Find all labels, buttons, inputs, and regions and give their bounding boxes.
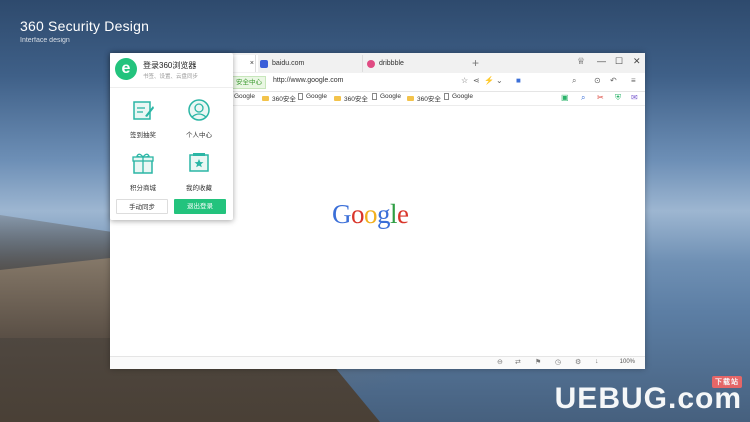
bookmark-item[interactable]: Google bbox=[298, 93, 327, 100]
close-window-icon[interactable]: ✕ bbox=[633, 56, 641, 67]
undo-icon[interactable]: ↶ bbox=[610, 76, 617, 85]
tab-dribbble[interactable]: dribbble bbox=[362, 55, 475, 72]
popup-subtitle: 书签、设置、云盘同步 bbox=[143, 74, 199, 80]
popup-item-checkin[interactable]: 签到抽奖 bbox=[118, 98, 168, 139]
close-icon[interactable]: × bbox=[250, 60, 254, 67]
swap-icon[interactable]: ⇄ bbox=[515, 358, 521, 366]
tools-icon[interactable]: ⚙ bbox=[575, 358, 581, 366]
search-icon[interactable]: ⌕ bbox=[572, 76, 576, 86]
popup-item-favorites[interactable]: 我的收藏 bbox=[174, 151, 224, 192]
tab-active-close[interactable]: × bbox=[230, 55, 258, 72]
minimize-icon[interactable]: — bbox=[597, 56, 606, 66]
driftwood bbox=[0, 258, 110, 338]
popup-item-label: 签到抽奖 bbox=[130, 132, 156, 139]
baidu-favicon-icon bbox=[260, 59, 268, 68]
page-icon bbox=[444, 93, 449, 100]
menu-icon[interactable]: ≡ bbox=[631, 76, 636, 85]
tab-label: dribbble bbox=[379, 60, 404, 67]
watermark: UEBUG.com 下载站 bbox=[555, 376, 742, 416]
share-icon[interactable]: ⋖ bbox=[473, 76, 480, 85]
flag-icon[interactable]: ⚑ bbox=[535, 358, 541, 366]
divider bbox=[110, 87, 233, 88]
maximize-icon[interactable]: ☐ bbox=[615, 56, 623, 67]
favorites-icon bbox=[189, 153, 209, 172]
popup-item-profile[interactable]: 个人中心 bbox=[174, 98, 224, 139]
google-letter: o bbox=[364, 199, 378, 229]
login-popup: e 登录360浏览器 书签、设置、云盘同步 签到抽奖 个人中心 积分商城 我的收… bbox=[110, 53, 233, 220]
page-icon bbox=[298, 93, 303, 100]
logout-button[interactable]: 退出登录 bbox=[174, 199, 226, 214]
shield-icon[interactable]: ⛨ bbox=[615, 93, 621, 103]
folder-icon bbox=[407, 95, 414, 101]
google-letter: e bbox=[397, 199, 409, 229]
zoom-level[interactable]: 100% bbox=[620, 359, 635, 365]
google-letter: G bbox=[332, 199, 352, 229]
brand-subtitle: Interface design bbox=[20, 37, 70, 44]
minus-icon[interactable]: ⊖ bbox=[497, 358, 503, 366]
translate-icon[interactable]: ▣ bbox=[561, 93, 569, 102]
brand-header: 360 Security Design Interface design bbox=[20, 18, 149, 44]
download-icon[interactable]: ↓ bbox=[595, 358, 599, 365]
sync-button[interactable]: 手动同步 bbox=[116, 199, 168, 214]
skin-icon[interactable]: ♕ bbox=[577, 56, 585, 67]
bookmark-item[interactable]: 360安全 bbox=[262, 93, 296, 103]
google-letter: l bbox=[390, 199, 398, 229]
speed-icon[interactable]: ⚡ bbox=[484, 76, 494, 85]
google-logo: Google bbox=[332, 199, 409, 230]
status-bar: ⊖ ⇄ ⚑ ◷ ⚙ ↓ 100% bbox=[110, 356, 645, 369]
chevron-down-icon[interactable]: ⌄ bbox=[496, 76, 503, 85]
folder-icon bbox=[334, 95, 341, 101]
security-badge[interactable]: 安全中心 bbox=[232, 76, 266, 89]
popup-item-label: 个人中心 bbox=[186, 132, 212, 139]
tab-baidu[interactable]: baidu.com bbox=[255, 55, 365, 72]
more-icon[interactable]: ⊙ bbox=[594, 76, 601, 85]
page-icon bbox=[372, 93, 377, 100]
bookmark-item[interactable]: Google bbox=[372, 93, 401, 100]
popup-item-mall[interactable]: 积分商城 bbox=[118, 151, 168, 192]
notepad-icon bbox=[133, 101, 154, 120]
browser-logo-icon: e bbox=[115, 58, 137, 80]
popup-item-label: 积分商城 bbox=[130, 185, 156, 192]
bookmark-item[interactable]: 360安全 bbox=[407, 93, 441, 103]
bookmark-item[interactable]: 360安全 bbox=[334, 93, 368, 103]
user-icon bbox=[188, 99, 210, 121]
google-letter: g bbox=[377, 199, 391, 229]
mail-icon[interactable]: ✉ bbox=[631, 93, 638, 102]
search-engine-icon[interactable]: ■ bbox=[516, 76, 521, 85]
brand-title: 360 Security Design bbox=[20, 18, 150, 34]
gift-icon bbox=[132, 153, 154, 174]
bookmark-item[interactable]: Google bbox=[234, 93, 255, 100]
star-icon[interactable]: ☆ bbox=[461, 76, 468, 85]
google-letter: o bbox=[351, 199, 365, 229]
watermark-badge: 下载站 bbox=[712, 376, 742, 388]
dribbble-favicon-icon bbox=[367, 59, 375, 68]
folder-icon bbox=[262, 95, 269, 101]
tab-label: baidu.com bbox=[272, 60, 305, 67]
magnifier-icon[interactable]: ⌕ bbox=[581, 93, 585, 103]
clock-icon[interactable]: ◷ bbox=[555, 358, 561, 366]
popup-title[interactable]: 登录360浏览器 bbox=[143, 60, 196, 71]
popup-item-label: 我的收藏 bbox=[186, 185, 212, 192]
scissors-icon[interactable]: ✂ bbox=[597, 93, 604, 102]
new-tab-icon[interactable]: + bbox=[472, 56, 479, 70]
bookmark-item[interactable]: Google bbox=[444, 93, 473, 100]
url-input[interactable]: http://www.google.com bbox=[273, 77, 343, 84]
